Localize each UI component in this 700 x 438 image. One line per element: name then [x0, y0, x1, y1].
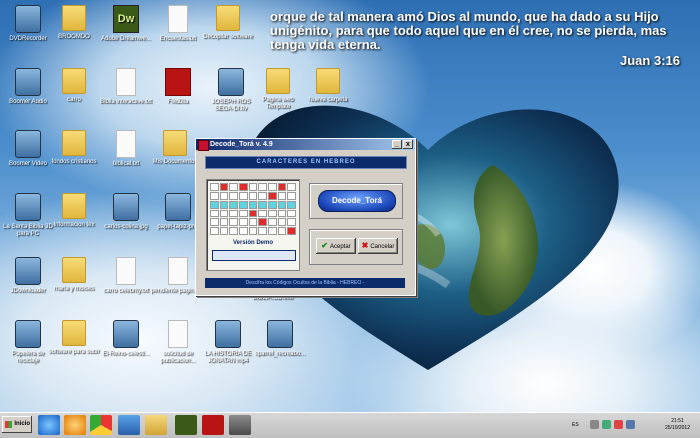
media-player-icon[interactable] — [64, 415, 86, 435]
demo-version-label: Versión Demo — [232, 240, 273, 246]
desktop-icon[interactable]: LA HISTORIA DE JONATAN mp4 — [200, 320, 256, 365]
text-file-icon — [116, 68, 136, 96]
video-file-icon — [218, 68, 244, 96]
check-icon: ✔ — [321, 241, 328, 250]
desktop-icon[interactable]: maria y moises — [46, 257, 102, 293]
demo-status-bar — [212, 250, 296, 261]
folder-icon — [62, 5, 86, 31]
cancel-label: Cancelar — [370, 244, 395, 250]
cross-icon: ✖ — [361, 241, 369, 250]
network-icon[interactable] — [602, 420, 611, 429]
accept-button[interactable]: ✔ Aceptar — [316, 238, 356, 254]
desktop-icon[interactable]: Biblia interactive.txt — [98, 68, 154, 106]
start-button[interactable]: Inicio — [2, 416, 32, 433]
folder-icon — [266, 68, 290, 94]
decode-tora-dialog: Decode_Torá v. 4.9 _ x CARACTERES EN HEB… — [195, 138, 416, 296]
tray-arrow-icon[interactable] — [590, 420, 599, 429]
dvdrecorder-icon — [15, 5, 41, 33]
filezilla-icon — [165, 68, 191, 96]
desktop-icon[interactable]: Decopilar software — [200, 5, 256, 41]
desktop-icon[interactable]: Dw Adobe Dreamwe... — [98, 5, 154, 43]
filezilla-taskbar-icon[interactable] — [202, 415, 224, 435]
video-app-icon — [15, 130, 41, 158]
wallpaper-verse-reference: Juan 3:16 — [620, 53, 680, 68]
dialog-title: Decode_Torá v. 4.9 — [210, 141, 273, 148]
decode-tora-button[interactable]: Decode_Torá — [318, 190, 396, 212]
dreamweaver-taskbar-icon[interactable] — [175, 415, 197, 435]
text-file-icon — [168, 257, 188, 285]
recycle-bin-icon — [15, 320, 41, 348]
minimize-button[interactable]: _ — [392, 140, 402, 149]
decode-tora-taskbar-icon[interactable] — [229, 415, 251, 435]
dialog-titlebar[interactable]: Decode_Torá v. 4.9 _ x — [196, 139, 415, 151]
chrome-icon[interactable] — [90, 415, 112, 435]
image-file-icon — [165, 193, 191, 221]
desktop-icon[interactable]: Encuestas.txt — [150, 5, 206, 43]
language-indicator[interactable]: ES — [572, 422, 579, 428]
folder-icon — [216, 5, 240, 31]
desktop-icon[interactable]: biblical.txt — [98, 130, 154, 168]
system-tray: ES 21:51 25/10/2012 — [568, 416, 698, 435]
app-icon — [198, 140, 209, 151]
text-file-icon — [168, 320, 188, 348]
internet-explorer-icon[interactable] — [38, 415, 60, 435]
bible-3d-icon — [15, 193, 41, 221]
action-panel: ✔ Aceptar ✖ Cancelar — [309, 229, 403, 265]
hebrew-character-grid — [210, 183, 296, 235]
desktop-icon[interactable]: Informacion tex — [46, 193, 102, 229]
text-file-icon — [168, 5, 188, 33]
image-file-icon — [113, 193, 139, 221]
close-button[interactable]: x — [403, 140, 413, 149]
video-file-icon — [215, 320, 241, 348]
text-file-icon — [116, 257, 136, 285]
accept-label: Aceptar — [330, 244, 351, 250]
word-icon[interactable] — [118, 415, 140, 435]
audio-app-icon — [15, 68, 41, 96]
dreamweaver-icon: Dw — [113, 5, 139, 33]
hebrew-grid-panel: Versión Demo — [206, 179, 300, 271]
cancel-button[interactable]: ✖ Cancelar — [358, 238, 398, 254]
dialog-banner: CARACTERES EN HEBREO — [205, 156, 407, 169]
image-file-icon — [267, 320, 293, 348]
folder-icon — [62, 257, 86, 283]
desktop-icon[interactable]: carro celebrity.txt — [98, 257, 154, 295]
explorer-folder-icon[interactable] — [145, 415, 167, 435]
folder-icon — [62, 193, 86, 219]
folder-icon — [62, 130, 86, 156]
decode-panel: Decode_Torá — [309, 183, 403, 219]
folder-icon — [62, 68, 86, 94]
window-controls: _ x — [392, 140, 413, 149]
wallpaper-verse: orque de tal manera amó Dios al mundo, q… — [270, 9, 667, 52]
desktop-icon[interactable]: FileZilla — [150, 68, 206, 106]
desktop-icon[interactable]: BROOMDO — [46, 5, 102, 41]
security-icon[interactable] — [614, 420, 623, 429]
pdf-file-icon — [113, 320, 139, 348]
clock-date: 25/10/2012 — [664, 425, 690, 431]
jdownloader-icon — [15, 257, 41, 285]
windows-logo-icon — [5, 421, 12, 428]
desktop-icon[interactable]: carro — [46, 68, 102, 104]
volume-icon[interactable] — [626, 420, 635, 429]
text-file-icon — [116, 130, 136, 158]
desktop-icon[interactable]: Pagina web Template — [250, 68, 306, 111]
dialog-footer: Descifra los Códigos Ocultos de la Bibli… — [205, 278, 405, 288]
desktop-icon[interactable]: fondos cristianos — [46, 130, 102, 166]
folder-icon — [62, 320, 86, 346]
desktop-icon[interactable]: software para subir — [46, 320, 102, 356]
desktop-icon[interactable]: carlos-colina.jpg — [98, 193, 154, 231]
folder-icon — [163, 130, 187, 156]
desktop-icon[interactable]: solicitud de publicacion... — [150, 320, 206, 365]
folder-icon — [316, 68, 340, 94]
taskbar: Inicio ES 21:51 25/10/2012 — [0, 412, 700, 438]
desktop-icon[interactable]: sparrel_recreabo... — [252, 320, 308, 358]
desktop-icon[interactable]: Nueva carpeta — [300, 68, 356, 104]
clock[interactable]: 21:51 25/10/2012 — [665, 418, 690, 432]
desktop-icon[interactable]: El-Reino-celesti... — [98, 320, 154, 358]
clock-time: 21:51 — [671, 418, 684, 424]
